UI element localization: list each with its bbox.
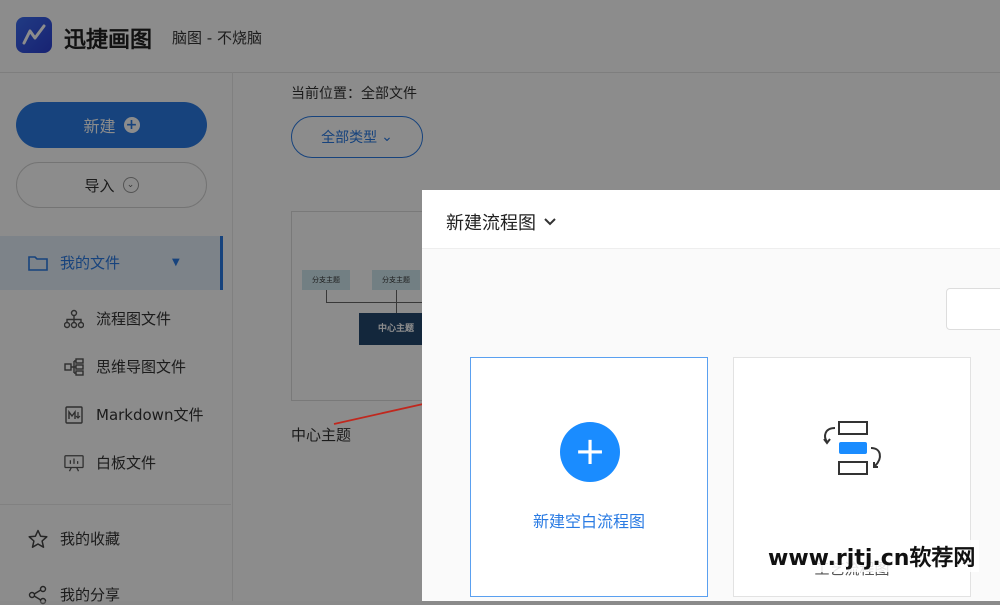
app-window: 迅捷画图 脑图 - 不烧脑 新建 + 导入 ⌄ 我的文件 ▼ 流程图文件 思维导…: [0, 0, 1000, 604]
new-blank-flowchart-label: 新建空白流程图: [532, 512, 645, 531]
process-flow-icon: [823, 421, 881, 475]
dialog-header: 新建流程图: [422, 190, 1000, 249]
dialog-title-dropdown[interactable]: 新建流程图: [446, 209, 558, 235]
plus-icon: +: [560, 422, 620, 482]
new-blank-flowchart-tile[interactable]: + 新建空白流程图: [470, 357, 708, 597]
dialog-title: 新建流程图: [446, 213, 536, 234]
chevron-down-icon: [544, 218, 556, 226]
watermark-text: www.rjtj.cn软荐网: [764, 540, 980, 572]
template-search-input[interactable]: [946, 288, 1000, 330]
